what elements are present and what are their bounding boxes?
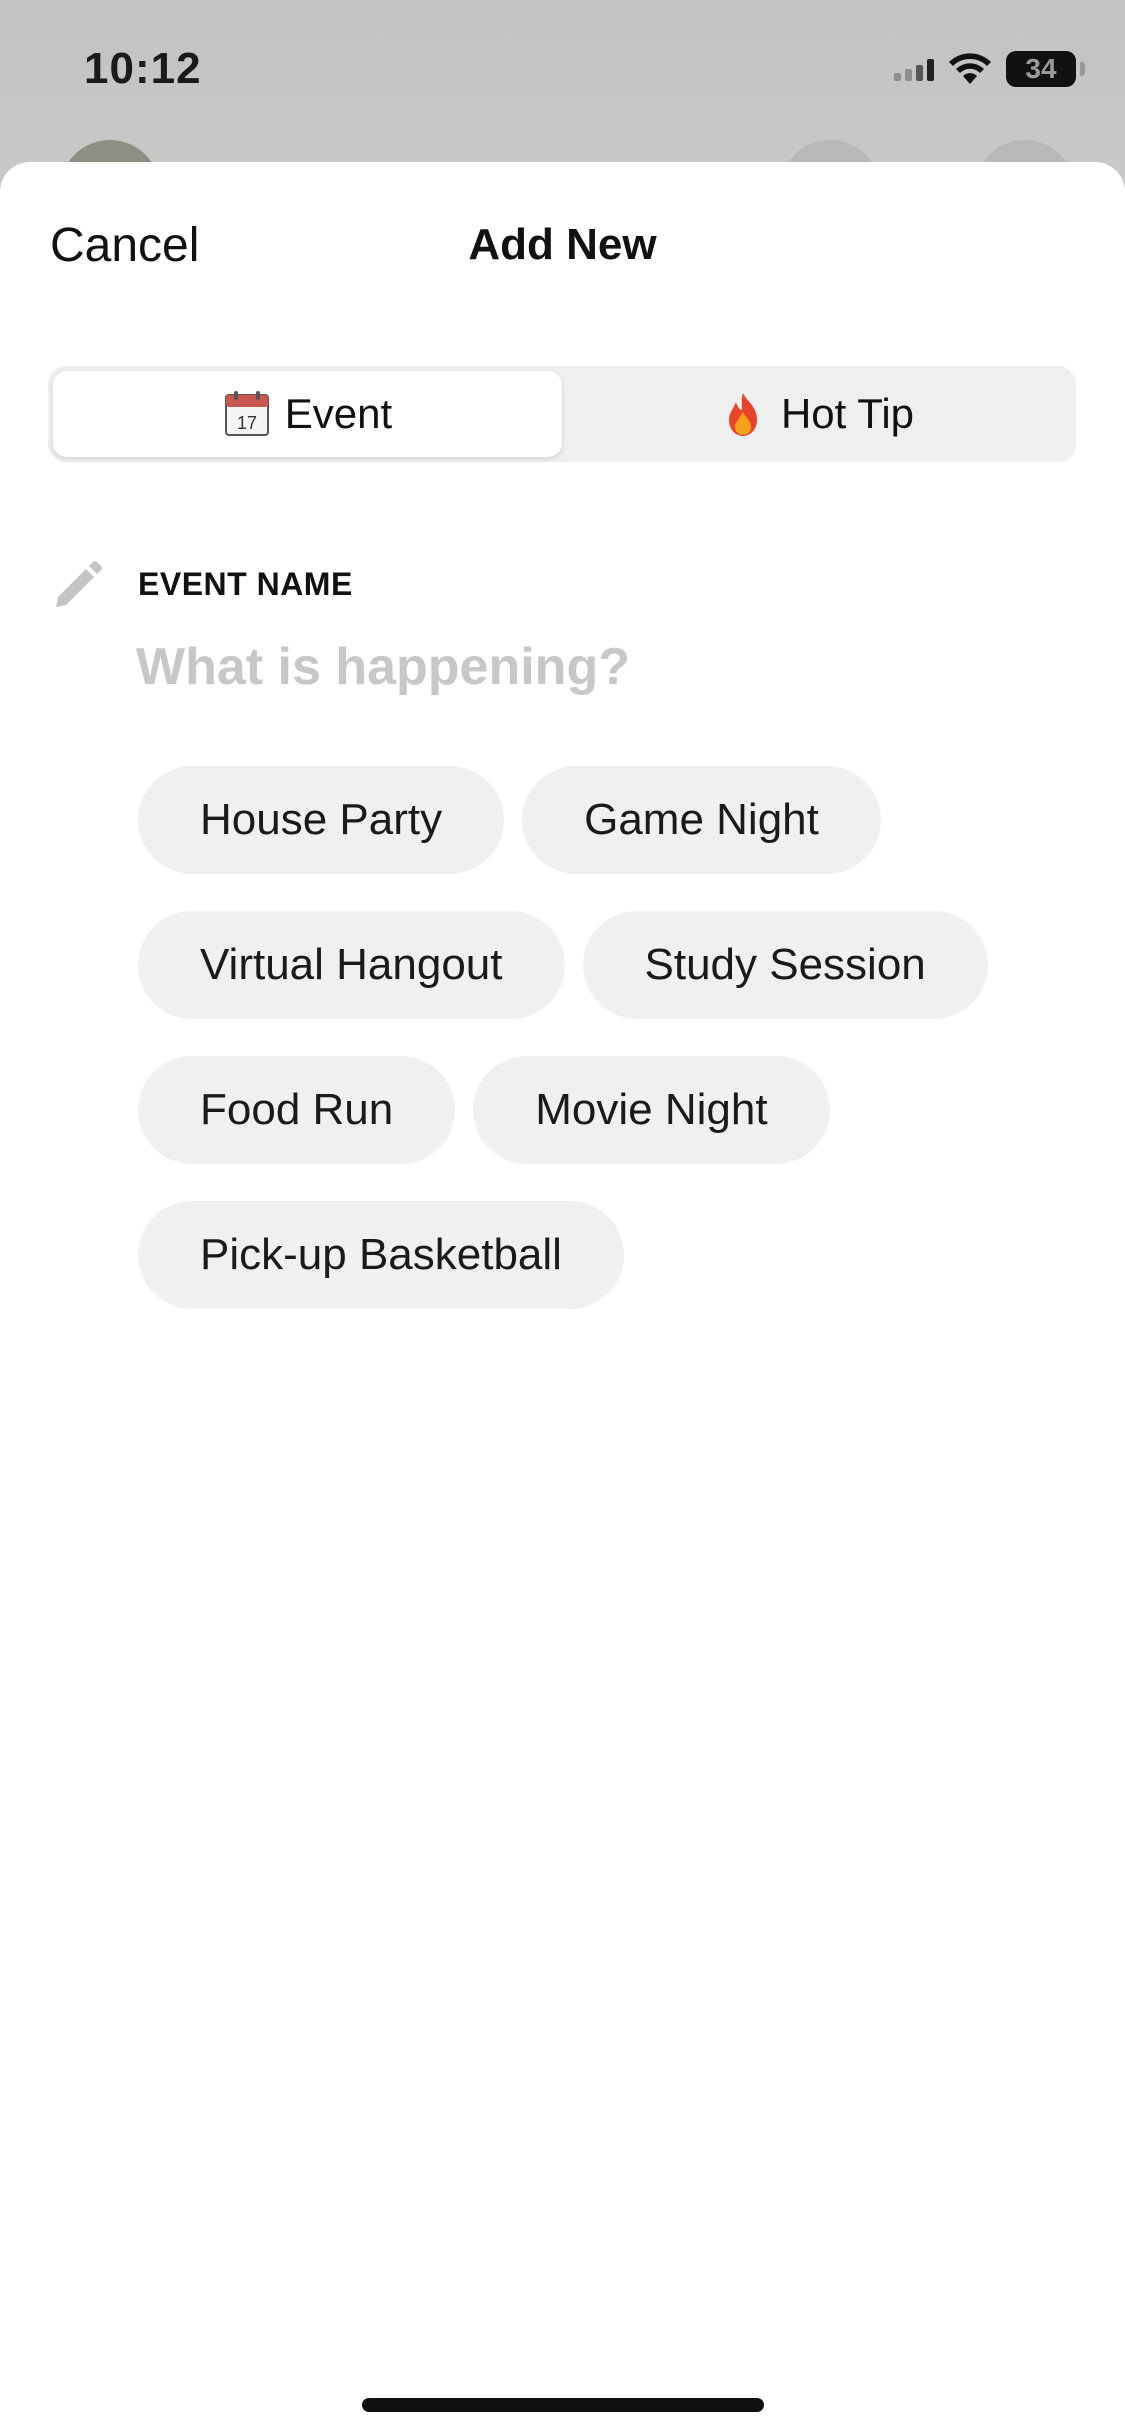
chip-movie-night[interactable]: Movie Night [473,1056,830,1164]
cellular-signal-icon [894,57,934,81]
chip-pick-up-basketball[interactable]: Pick-up Basketball [138,1201,624,1309]
chip-row: Virtual Hangout Study Session [138,911,1068,1019]
battery-icon: 34 [1006,51,1076,87]
battery-level: 34 [1025,53,1057,84]
calendar-icon: 17 [224,391,269,436]
wifi-icon [949,53,991,84]
status-icons: 34 [894,48,1085,90]
chip-game-night[interactable]: Game Night [522,766,881,874]
status-time: 10:12 [84,44,202,93]
event-name-input[interactable] [136,632,1036,702]
chip-study-session[interactable]: Study Session [582,911,988,1019]
sheet-title: Add New [468,220,657,269]
battery-nub [1080,62,1085,76]
chip-virtual-hangout[interactable]: Virtual Hangout [138,911,565,1019]
event-name-label: EVENT NAME [138,566,353,602]
segment-hot-tip[interactable]: Hot Tip [562,371,1071,457]
chip-row: Food Run Movie Night [138,1056,1068,1164]
segment-event[interactable]: 17 Event [53,371,562,457]
chip-house-party[interactable]: House Party [138,766,505,874]
svg-text:17: 17 [237,413,257,433]
fire-icon [728,393,757,436]
suggestion-chips: House Party Game Night Virtual Hangout S… [138,766,1068,1346]
chip-food-run[interactable]: Food Run [138,1056,456,1164]
pencil-icon [56,561,102,607]
add-new-sheet: Cancel Add New 17 Event Hot Tip EVENT NA… [0,162,1125,2436]
segment-event-label: Event [284,390,393,437]
chip-row: Pick-up Basketball [138,1201,1068,1309]
chip-row: House Party Game Night [138,766,1068,874]
type-segmented-control: 17 Event Hot Tip [48,366,1076,462]
home-indicator[interactable] [362,2398,764,2412]
segment-hot-tip-label: Hot Tip [780,390,915,437]
